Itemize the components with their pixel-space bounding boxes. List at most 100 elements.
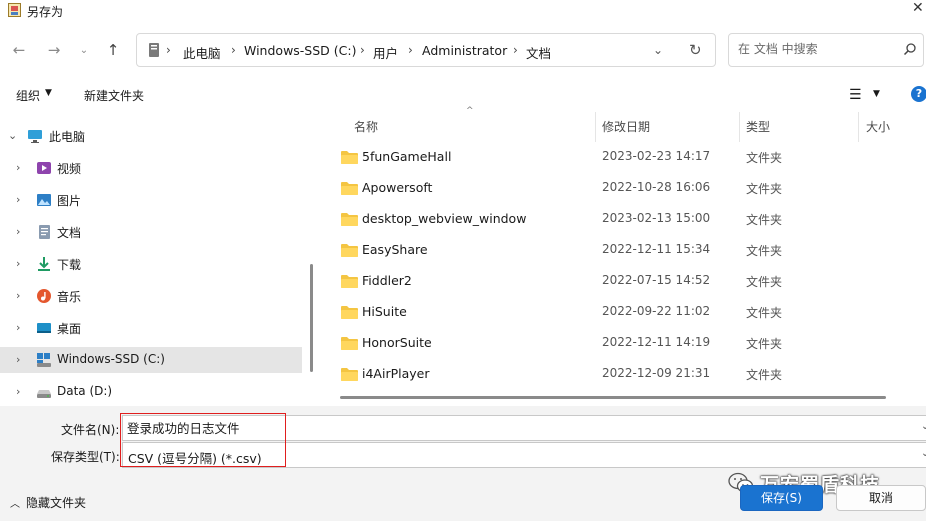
download-icon (38, 257, 50, 271)
table-row[interactable]: HonorSuite 2022-12-11 14:19 文件夹 (322, 328, 912, 359)
file-type: 文件夹 (746, 151, 783, 165)
column-header-size[interactable]: 大小 (866, 118, 890, 135)
expand-chevron-icon[interactable]: › (16, 321, 20, 334)
computer-icon (28, 130, 42, 143)
pictures-icon (37, 194, 51, 206)
title-bar: 另存为 ✕ (0, 0, 926, 22)
sidebar-item-data-drive[interactable]: › Data (D:) (0, 379, 302, 405)
folder-icon (341, 182, 358, 195)
filename-label: 文件名(N): (61, 423, 120, 437)
expand-chevron-icon[interactable]: › (16, 385, 20, 398)
breadcrumb-separator: › (231, 43, 236, 57)
breadcrumb-administrator[interactable]: Administrator (422, 43, 507, 58)
address-history-chevron-icon[interactable]: ⌄ (653, 43, 663, 57)
search-box[interactable] (728, 33, 924, 67)
sidebar-item-label: 桌面 (57, 322, 82, 336)
sidebar-item-this-pc[interactable]: ⌄ 此电脑 (0, 123, 302, 149)
recent-locations-chevron-icon[interactable]: ⌄ (74, 40, 94, 60)
expand-chevron-icon[interactable]: › (16, 289, 20, 302)
drive-icon (37, 390, 51, 398)
help-icon[interactable]: ? (911, 86, 926, 102)
file-name: i4AirPlayer (362, 366, 430, 381)
file-name: Apowersoft (362, 180, 433, 195)
sidebar-item-videos[interactable]: › 视频 (0, 155, 302, 181)
organize-dropdown-icon[interactable]: ▼ (45, 88, 52, 98)
breadcrumb-documents[interactable]: 文档 (526, 43, 551, 62)
save-button[interactable]: 保存(S) (740, 485, 823, 511)
sidebar-item-label: Windows-SSD (C:) (57, 352, 165, 366)
file-name: HonorSuite (362, 335, 432, 350)
sidebar-item-windows-ssd[interactable]: › Windows-SSD (C:) (0, 347, 302, 373)
file-date: 2022-10-28 16:06 (602, 180, 711, 194)
sidebar-item-pictures[interactable]: › 图片 (0, 187, 302, 213)
filetype-dropdown-icon[interactable]: ⌄ (921, 448, 926, 459)
sidebar-item-documents[interactable]: › 文档 (0, 219, 302, 245)
refresh-icon[interactable]: ↻ (689, 41, 702, 59)
command-bar: 组织 ▼ 新建文件夹 ☰ ▼ ? (0, 78, 926, 112)
forward-arrow-icon[interactable]: → (44, 40, 64, 60)
file-name: EasyShare (362, 242, 428, 257)
table-row[interactable]: EasyShare 2022-12-11 15:34 文件夹 (322, 235, 912, 266)
table-row[interactable]: desktop_webview_window 2023-02-13 15:00 … (322, 204, 912, 235)
breadcrumb-separator: › (166, 43, 171, 57)
folder-icon (341, 275, 358, 288)
breadcrumb-separator: › (360, 43, 365, 57)
collapse-chevron-icon[interactable]: ⌄ (8, 129, 17, 142)
file-type: 文件夹 (746, 244, 783, 258)
music-icon (37, 289, 51, 303)
filetype-label: 保存类型(T): (51, 450, 120, 464)
file-type: 文件夹 (746, 213, 783, 227)
search-input[interactable] (738, 42, 898, 56)
file-date: 2023-02-13 15:00 (602, 211, 711, 225)
hide-folders-toggle[interactable]: ︿ 隐藏文件夹 (10, 494, 86, 511)
documents-icon (39, 225, 50, 239)
close-icon[interactable]: ✕ (912, 0, 926, 18)
desktop-icon (37, 323, 51, 333)
expand-chevron-icon[interactable]: › (16, 353, 20, 366)
view-dropdown-icon[interactable]: ▼ (873, 89, 880, 99)
folder-icon (341, 151, 358, 164)
chevron-up-icon[interactable]: ︿ (10, 499, 20, 510)
back-arrow-icon[interactable]: ← (9, 40, 29, 60)
column-header-date[interactable]: 修改日期 (602, 118, 650, 135)
column-header-name[interactable]: 名称 (354, 118, 378, 135)
column-divider[interactable] (595, 112, 596, 142)
expand-chevron-icon[interactable]: › (16, 161, 20, 174)
view-options-icon[interactable]: ☰ (849, 87, 862, 103)
folder-icon (341, 337, 358, 350)
file-type: 文件夹 (746, 368, 783, 382)
file-date: 2022-07-15 14:52 (602, 273, 711, 287)
drive-icon (37, 353, 51, 367)
sidebar-item-downloads[interactable]: › 下载 (0, 251, 302, 277)
column-header-type[interactable]: 类型 (746, 118, 770, 135)
up-arrow-icon[interactable]: ↑ (103, 40, 123, 60)
column-divider[interactable] (858, 112, 859, 142)
expand-chevron-icon[interactable]: › (16, 225, 20, 238)
table-row[interactable]: 5funGameHall 2023-02-23 14:17 文件夹 (322, 142, 912, 173)
breadcrumb-separator: › (408, 43, 413, 57)
table-row[interactable]: HiSuite 2022-09-22 11:02 文件夹 (322, 297, 912, 328)
breadcrumb-windows-ssd[interactable]: Windows-SSD (C:) (244, 43, 356, 58)
navigation-scrollbar[interactable] (310, 264, 313, 372)
sidebar-item-label: Data (D:) (57, 384, 113, 398)
navigation-bar: ← → ⌄ ↑ › 此电脑 › Windows-SSD (C:) › 用户 › … (0, 22, 926, 78)
horizontal-scrollbar[interactable] (340, 396, 886, 399)
breadcrumb-separator: › (513, 43, 518, 57)
column-divider[interactable] (739, 112, 740, 142)
breadcrumb-this-pc[interactable]: 此电脑 (183, 43, 221, 62)
search-icon[interactable] (903, 42, 917, 56)
organize-button[interactable]: 组织 (16, 87, 40, 104)
filename-dropdown-icon[interactable]: ⌄ (921, 421, 926, 432)
expand-chevron-icon[interactable]: › (16, 257, 20, 270)
breadcrumb-users[interactable]: 用户 (373, 43, 398, 62)
new-folder-button[interactable]: 新建文件夹 (84, 87, 144, 104)
expand-chevron-icon[interactable]: › (16, 193, 20, 206)
cancel-button[interactable]: 取消 (836, 485, 926, 511)
file-date: 2022-12-09 21:31 (602, 366, 711, 380)
address-bar[interactable]: › 此电脑 › Windows-SSD (C:) › 用户 › Administ… (136, 33, 716, 67)
table-row[interactable]: Apowersoft 2022-10-28 16:06 文件夹 (322, 173, 912, 204)
sidebar-item-music[interactable]: › 音乐 (0, 283, 302, 309)
table-row[interactable]: Fiddler2 2022-07-15 14:52 文件夹 (322, 266, 912, 297)
sidebar-item-desktop[interactable]: › 桌面 (0, 315, 302, 341)
table-row[interactable]: i4AirPlayer 2022-12-09 21:31 文件夹 (322, 359, 912, 390)
